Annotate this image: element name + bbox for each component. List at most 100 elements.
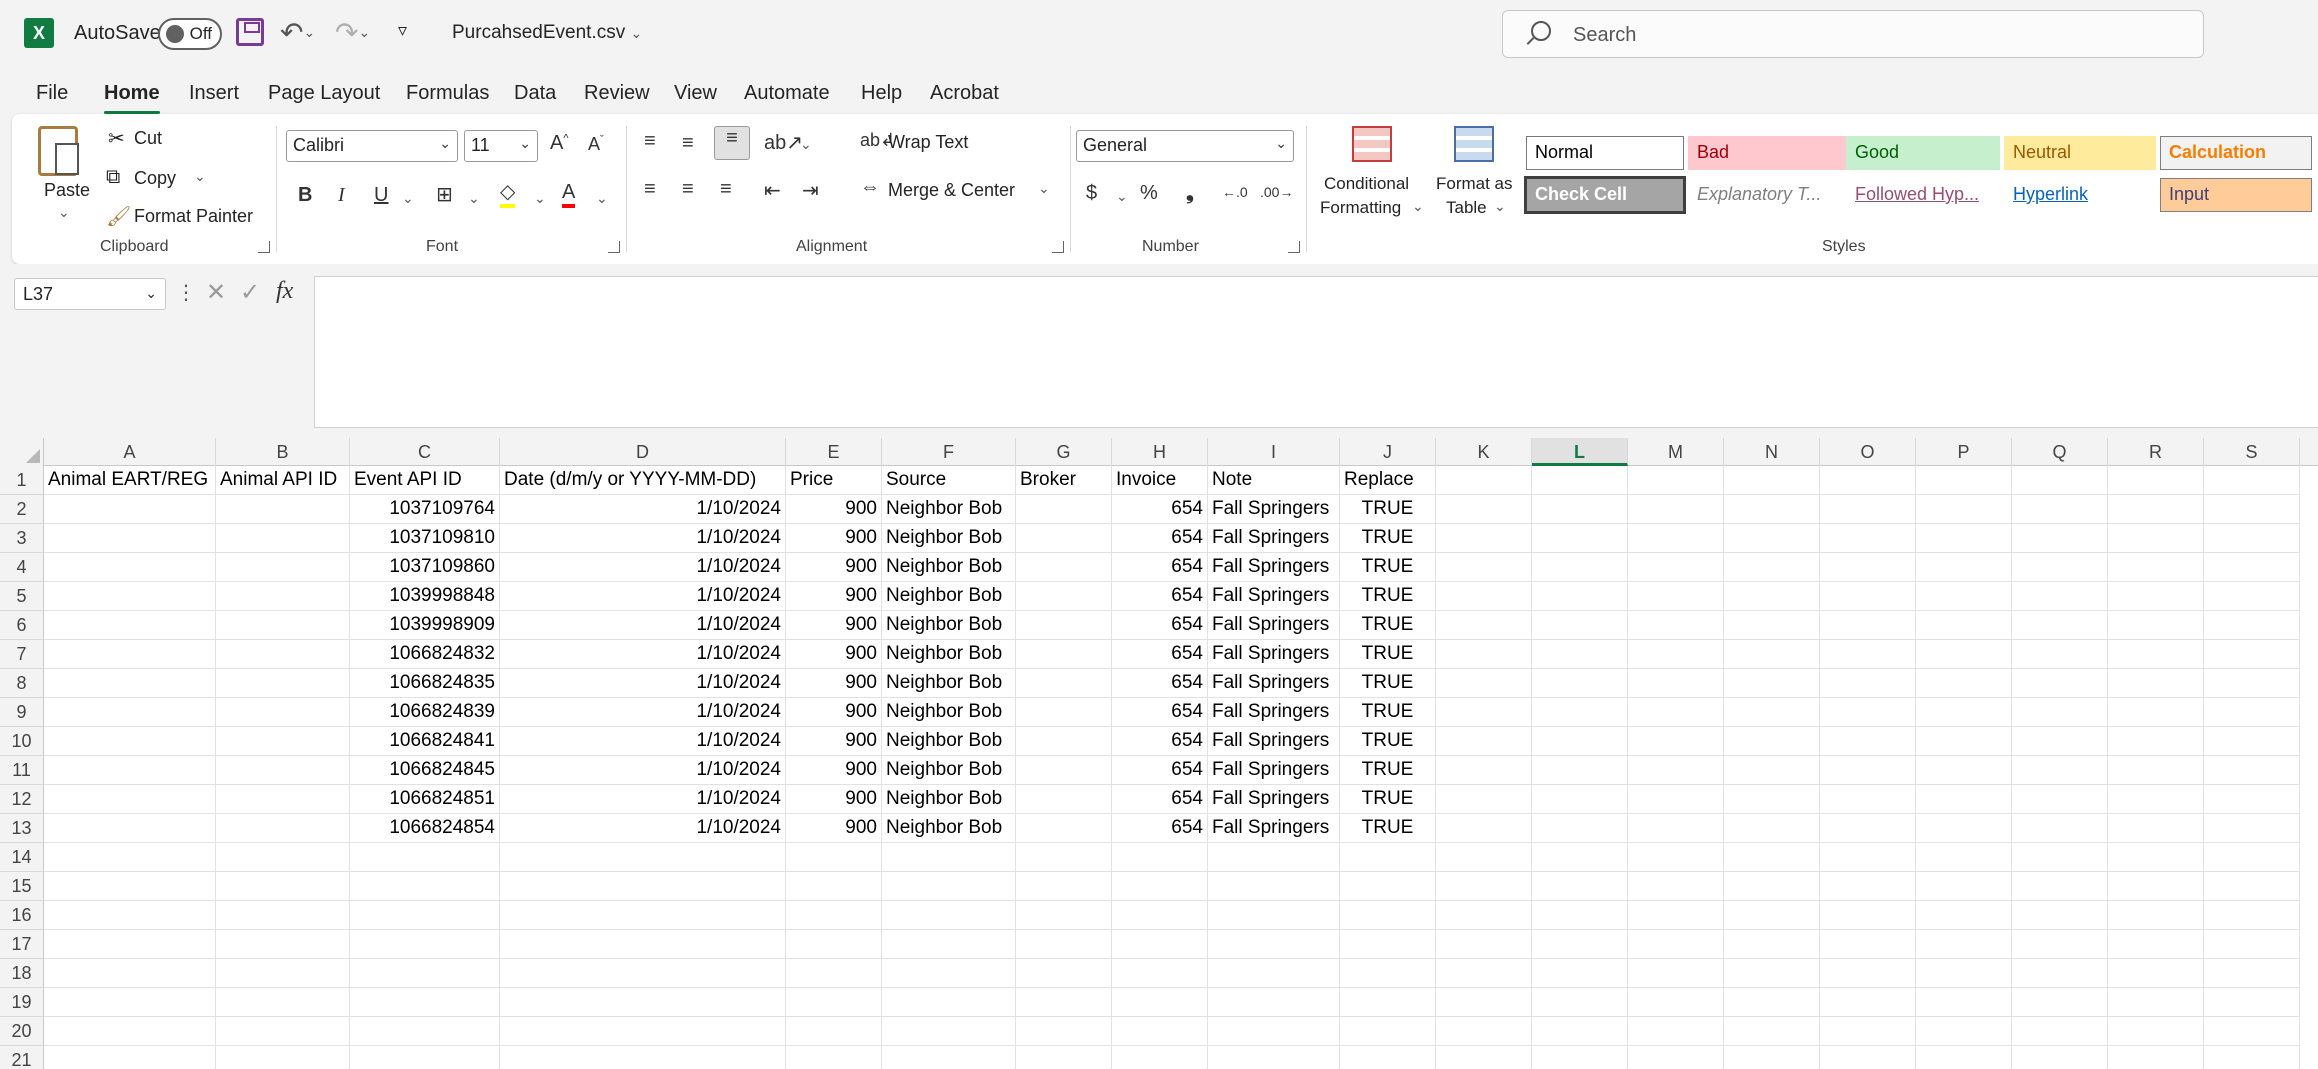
- cell-k9[interactable]: [1436, 698, 1532, 727]
- cell-c15[interactable]: [350, 872, 500, 901]
- cell-b9[interactable]: [216, 698, 350, 727]
- cell-g16[interactable]: [1016, 901, 1112, 930]
- cell-l7[interactable]: [1532, 640, 1628, 669]
- row-header[interactable]: 9: [0, 698, 44, 727]
- cell-g14[interactable]: [1016, 843, 1112, 872]
- style-hyperlink[interactable]: Hyperlink: [2004, 178, 2156, 212]
- cell-b17[interactable]: [216, 930, 350, 959]
- cell-e10[interactable]: 900: [786, 727, 882, 756]
- cell-s19[interactable]: [2204, 988, 2300, 1017]
- cell-m9[interactable]: [1628, 698, 1724, 727]
- cell-m20[interactable]: [1628, 1017, 1724, 1046]
- cell-a21[interactable]: [44, 1046, 216, 1069]
- cell-b2[interactable]: [216, 495, 350, 524]
- cell-q17[interactable]: [2012, 930, 2108, 959]
- cell-q19[interactable]: [2012, 988, 2108, 1017]
- cell-b19[interactable]: [216, 988, 350, 1017]
- row-header[interactable]: 11: [0, 756, 44, 785]
- cell-o3[interactable]: [1820, 524, 1916, 553]
- tab-insert[interactable]: Insert: [189, 82, 239, 105]
- cell-d7[interactable]: 1/10/2024: [500, 640, 786, 669]
- cell-h4[interactable]: 654: [1112, 553, 1208, 582]
- cell-j10[interactable]: TRUE: [1340, 727, 1436, 756]
- chevron-down-icon[interactable]: ⌄: [358, 24, 370, 41]
- conditional-formatting-label-2[interactable]: Formatting: [1320, 198, 1401, 218]
- cell-r6[interactable]: [2108, 611, 2204, 640]
- redo-icon[interactable]: ↷ ⌄: [335, 16, 370, 49]
- cell-a8[interactable]: [44, 669, 216, 698]
- cell-c4[interactable]: 1037109860: [350, 553, 500, 582]
- cell-e8[interactable]: 900: [786, 669, 882, 698]
- cell-m10[interactable]: [1628, 727, 1724, 756]
- cell-q6[interactable]: [2012, 611, 2108, 640]
- cell-f10[interactable]: Neighbor Bob: [882, 727, 1016, 756]
- conditional-formatting-label-1[interactable]: Conditional: [1324, 174, 1409, 194]
- autosave-toggle[interactable]: Off: [158, 18, 222, 50]
- cell-m8[interactable]: [1628, 669, 1724, 698]
- cell-f13[interactable]: Neighbor Bob: [882, 814, 1016, 843]
- tab-page-layout[interactable]: Page Layout: [268, 82, 380, 105]
- cell-c16[interactable]: [350, 901, 500, 930]
- cell-o17[interactable]: [1820, 930, 1916, 959]
- cell-n1[interactable]: [1724, 466, 1820, 495]
- tab-review[interactable]: Review: [584, 82, 650, 105]
- row-header[interactable]: 12: [0, 785, 44, 814]
- cell-p18[interactable]: [1916, 959, 2012, 988]
- cell-b20[interactable]: [216, 1017, 350, 1046]
- cell-n7[interactable]: [1724, 640, 1820, 669]
- cell-m2[interactable]: [1628, 495, 1724, 524]
- alignment-launcher-icon[interactable]: [1052, 241, 1064, 253]
- cell-n17[interactable]: [1724, 930, 1820, 959]
- cell-h12[interactable]: 654: [1112, 785, 1208, 814]
- cell-r5[interactable]: [2108, 582, 2204, 611]
- cell-p8[interactable]: [1916, 669, 2012, 698]
- cell-c2[interactable]: 1037109764: [350, 495, 500, 524]
- cell-d14[interactable]: [500, 843, 786, 872]
- cell-p12[interactable]: [1916, 785, 2012, 814]
- cell-r2[interactable]: [2108, 495, 2204, 524]
- tab-file[interactable]: File: [36, 82, 68, 105]
- cell-m4[interactable]: [1628, 553, 1724, 582]
- cell-r1[interactable]: [2108, 466, 2204, 495]
- cell-s4[interactable]: [2204, 553, 2300, 582]
- cell-a9[interactable]: [44, 698, 216, 727]
- cell-a3[interactable]: [44, 524, 216, 553]
- cell-k13[interactable]: [1436, 814, 1532, 843]
- chevron-down-icon[interactable]: ⌄: [194, 168, 206, 185]
- cell-s8[interactable]: [2204, 669, 2300, 698]
- cell-c10[interactable]: 1066824841: [350, 727, 500, 756]
- cell-d21[interactable]: [500, 1046, 786, 1069]
- cell-s13[interactable]: [2204, 814, 2300, 843]
- cell-a14[interactable]: [44, 843, 216, 872]
- cell-h5[interactable]: 654: [1112, 582, 1208, 611]
- cell-m16[interactable]: [1628, 901, 1724, 930]
- cell-n13[interactable]: [1724, 814, 1820, 843]
- cell-k5[interactable]: [1436, 582, 1532, 611]
- cell-b12[interactable]: [216, 785, 350, 814]
- cell-n21[interactable]: [1724, 1046, 1820, 1069]
- cell-q12[interactable]: [2012, 785, 2108, 814]
- cancel-icon[interactable]: ✕: [206, 278, 226, 307]
- cell-j14[interactable]: [1340, 843, 1436, 872]
- cell-k12[interactable]: [1436, 785, 1532, 814]
- cell-h17[interactable]: [1112, 930, 1208, 959]
- percent-icon[interactable]: %: [1140, 182, 1158, 205]
- cell-q1[interactable]: [2012, 466, 2108, 495]
- cell-s11[interactable]: [2204, 756, 2300, 785]
- style-input[interactable]: Input: [2160, 178, 2312, 212]
- format-painter-icon[interactable]: 🖌: [106, 204, 131, 229]
- row-header[interactable]: 14: [0, 843, 44, 872]
- cell-e16[interactable]: [786, 901, 882, 930]
- cell-i20[interactable]: [1208, 1017, 1340, 1046]
- enter-icon[interactable]: ✓: [240, 278, 260, 307]
- spreadsheet-grid[interactable]: ABCDEFGHIJKLMNOPQRS 1 Animal EART/REG Anim…: [0, 438, 2318, 1069]
- cell-r8[interactable]: [2108, 669, 2204, 698]
- cell-l9[interactable]: [1532, 698, 1628, 727]
- cell-s14[interactable]: [2204, 843, 2300, 872]
- cell-r7[interactable]: [2108, 640, 2204, 669]
- cell-p2[interactable]: [1916, 495, 2012, 524]
- cell-d6[interactable]: 1/10/2024: [500, 611, 786, 640]
- cell-n15[interactable]: [1724, 872, 1820, 901]
- row-header[interactable]: 17: [0, 930, 44, 959]
- cell-j9[interactable]: TRUE: [1340, 698, 1436, 727]
